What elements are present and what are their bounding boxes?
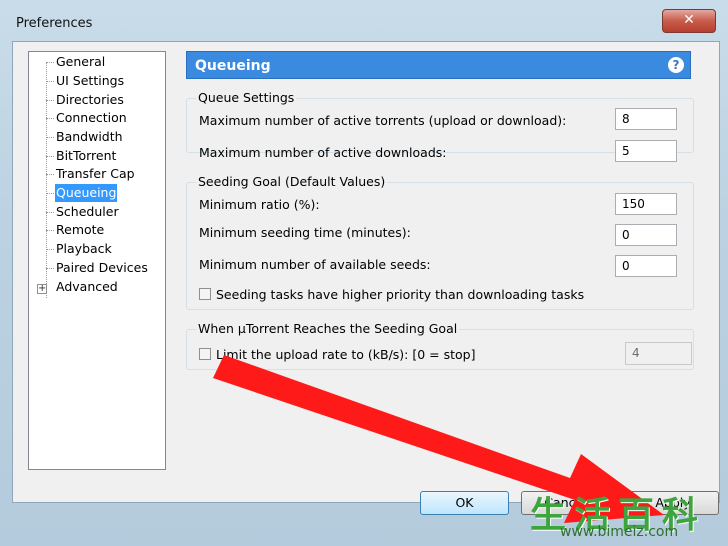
preferences-window: Preferences ✕ General UI Settings Direct…	[0, 0, 728, 546]
watermark-logo: 生活百科 www.bimeiz.com	[522, 484, 728, 546]
watermark-url: www.bimeiz.com	[560, 524, 679, 540]
annotation-arrow-icon	[213, 355, 664, 523]
